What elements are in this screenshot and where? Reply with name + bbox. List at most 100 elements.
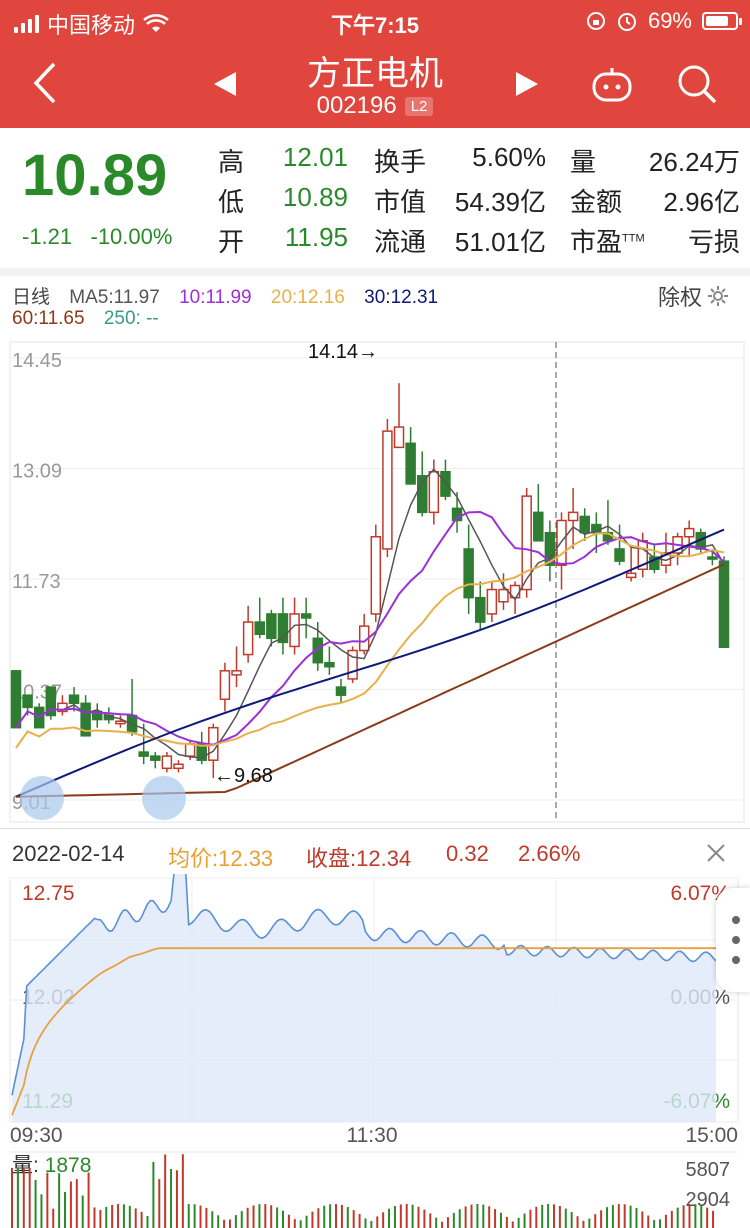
adjust-button[interactable]: 除权 (658, 280, 730, 312)
volume-bar (187, 1204, 190, 1228)
volume-bar (16, 1168, 19, 1228)
price-axis-tick: 12.75 (22, 882, 75, 905)
status-bar: 中国移动 下午7:15 69% (0, 0, 750, 40)
robot-icon[interactable] (590, 64, 634, 102)
search-icon[interactable] (675, 62, 719, 106)
volume-bar (653, 1220, 656, 1228)
candle-body (428, 471, 440, 514)
quote-value: 10.89 (282, 182, 348, 212)
volume-bar (258, 1204, 261, 1228)
time-axis-tick: 11:30 (347, 1124, 398, 1147)
volume-bar (588, 1218, 591, 1228)
volume-bar (364, 1218, 367, 1228)
candle-body (405, 442, 416, 485)
volume-bar (175, 1170, 178, 1228)
ma60-value: 60:11.65 (12, 308, 85, 329)
axis-tick: 14.45 (12, 350, 62, 372)
quote-value: 亏损 (687, 227, 740, 257)
volume-bar (117, 1204, 120, 1228)
next-stock-icon[interactable] (514, 70, 540, 98)
volume-bar (22, 1168, 25, 1228)
quote-label: 低 (218, 187, 245, 217)
volume-bar (470, 1204, 473, 1228)
more-button[interactable] (716, 888, 750, 992)
volume-bars (11, 1154, 715, 1228)
high-marker: 14.14→ (308, 341, 378, 363)
volume-bar (58, 1173, 61, 1228)
adjust-label: 除权 (657, 285, 702, 310)
volume-bar (446, 1217, 449, 1228)
volume-bar (411, 1204, 414, 1228)
volume-bar (164, 1154, 167, 1228)
ma20-line (15, 532, 725, 749)
volume-bar (499, 1212, 502, 1228)
candle-body (289, 613, 300, 648)
volume-bar (246, 1207, 249, 1228)
volume-bar (617, 1204, 620, 1228)
lock-rotation-icon (586, 12, 605, 30)
candle-body (683, 527, 695, 538)
gear-icon (708, 286, 728, 306)
ma10-line (15, 510, 725, 746)
volume-bar (352, 1210, 355, 1228)
ma-legend-row2: 60:11.65 250: -- (12, 308, 159, 330)
candle-body (382, 430, 393, 550)
quote-value: 12.01 (282, 142, 348, 172)
candle-body (440, 471, 451, 497)
volume-bar (606, 1207, 609, 1228)
volume-bar (688, 1204, 691, 1228)
intraday-chart[interactable]: 12.7512.0211.296.07%0.00%-6.07%09:3011:3… (0, 874, 750, 1228)
candle-body (242, 621, 254, 656)
volume-bar (382, 1212, 385, 1228)
quote-label: 量 (570, 147, 597, 177)
candle-body (219, 670, 231, 700)
volume-bar (659, 1219, 662, 1228)
stock-header: 方正电机 002196 L2 (0, 40, 750, 128)
volume-bar (517, 1217, 520, 1228)
volume-bar (611, 1205, 614, 1228)
volume-bar (223, 1219, 226, 1228)
volume-bar (140, 1211, 143, 1228)
volume-bar (40, 1194, 43, 1228)
intraday-header: 2022-02-14 均价:12.33 收盘:12.34 0.32 2.66% (0, 828, 750, 875)
volume-bar (346, 1207, 349, 1228)
price-area (12, 874, 716, 1122)
volume-bar (670, 1210, 673, 1228)
volume-bar (712, 1210, 715, 1228)
ma30-line (15, 528, 725, 798)
ma30-value: 30:12.31 (364, 287, 439, 308)
candle-body (625, 572, 637, 579)
volume-bar (494, 1209, 497, 1228)
volume-bar (64, 1192, 67, 1228)
volume-bar (570, 1212, 573, 1228)
volume-bar (205, 1207, 208, 1228)
battery-icon (702, 12, 742, 30)
volume-bar (305, 1215, 308, 1228)
candle-body (614, 548, 625, 562)
candle-body (324, 661, 335, 668)
intraday-percent: 2.66% (518, 841, 581, 866)
volume-bar (181, 1154, 184, 1228)
volume-bar (423, 1209, 426, 1228)
quote-label: 流通 (374, 227, 427, 257)
expand-icon (142, 776, 186, 820)
volume-bar (476, 1204, 479, 1228)
volume-bar (358, 1213, 361, 1228)
volume-bar (170, 1169, 173, 1228)
volume-bar (234, 1215, 237, 1228)
volume-bar (405, 1204, 408, 1228)
volume-bar (541, 1204, 544, 1228)
quote-value: 54.39亿 (454, 187, 546, 217)
candle-body (486, 588, 498, 615)
volume-bar (488, 1206, 491, 1228)
volume-bar (535, 1206, 538, 1228)
kline-chart[interactable]: 14.4513.0911.7310.379.0114.14→←9.68 (0, 338, 750, 828)
candle-body (475, 596, 486, 623)
scroll-left-icon (20, 776, 64, 820)
quote-value: 11.95 (284, 222, 348, 252)
quote-label: 高 (218, 147, 245, 177)
candle-body (68, 694, 80, 705)
close-icon[interactable] (706, 843, 726, 863)
candle-body (231, 670, 242, 676)
volume-bar (482, 1204, 485, 1228)
